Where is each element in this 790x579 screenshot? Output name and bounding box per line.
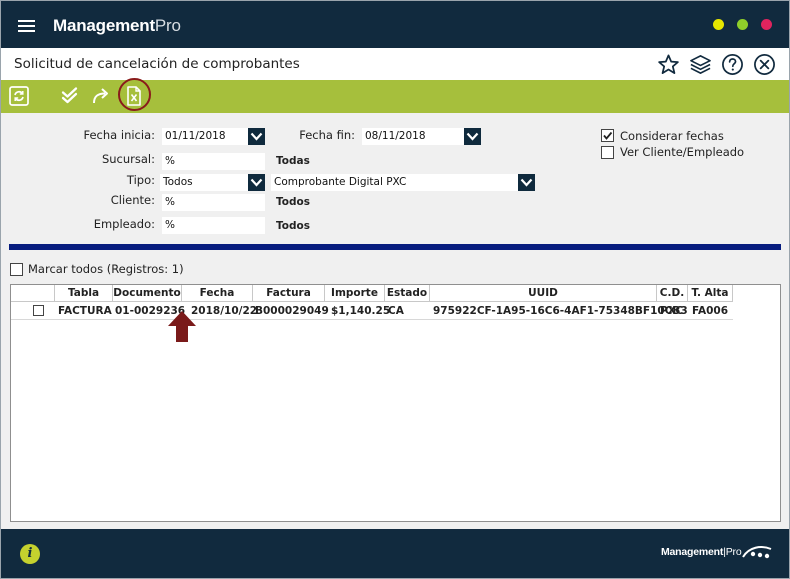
chevron-down-icon bbox=[250, 178, 263, 187]
grid-header-select bbox=[11, 285, 55, 302]
cell-uuid: 975922CF-1A95-16C6-4AF1-75348BF10CB3 bbox=[433, 305, 688, 317]
star-icon[interactable] bbox=[657, 53, 680, 76]
cell-importe: $1,140.25 bbox=[331, 305, 391, 317]
grid-header-estado[interactable]: Estado bbox=[385, 285, 430, 302]
minimize-button[interactable]: – bbox=[713, 19, 724, 30]
maximize-button[interactable]: + bbox=[737, 19, 748, 30]
close-window-button[interactable]: × bbox=[761, 19, 772, 30]
cell-factura: B000029049 bbox=[255, 305, 329, 317]
considerar-fechas-label: Considerar fechas bbox=[620, 129, 724, 143]
grid-header: Tabla Documento Fecha Factura Importe Es… bbox=[11, 285, 780, 302]
logo-mark-icon bbox=[742, 546, 772, 559]
grid-header-uuid[interactable]: UUID bbox=[430, 285, 657, 302]
empleado-description: Todos bbox=[276, 220, 310, 232]
tipo-dropdown[interactable] bbox=[248, 174, 265, 191]
tipo-select[interactable]: Todos bbox=[160, 174, 248, 191]
cliente-input[interactable]: % bbox=[162, 194, 265, 211]
fecha-inicia-label: Fecha inicia: bbox=[83, 128, 156, 142]
grid-header-tabla[interactable]: Tabla bbox=[55, 285, 113, 302]
help-icon[interactable] bbox=[721, 53, 744, 76]
fecha-inicia-dropdown[interactable] bbox=[248, 128, 265, 145]
marcar-todos-checkbox[interactable] bbox=[10, 263, 23, 276]
row-checkbox[interactable] bbox=[33, 305, 44, 316]
chevron-down-icon bbox=[466, 132, 479, 141]
footer-logo: Management|Pro bbox=[661, 546, 742, 558]
chevron-down-icon bbox=[520, 178, 533, 187]
row-separator bbox=[11, 319, 733, 320]
forward-icon[interactable] bbox=[90, 84, 114, 108]
page-title: Solicitud de cancelación de comprobantes bbox=[14, 56, 300, 72]
grid-header-factura[interactable]: Factura bbox=[253, 285, 325, 302]
chevron-down-icon bbox=[250, 132, 263, 141]
highlight-circle bbox=[118, 78, 151, 111]
app-title: ManagementPro bbox=[53, 16, 181, 36]
filter-form: Fecha inicia: 01/11/2018 Fecha fin: 08/1… bbox=[1, 113, 789, 253]
cliente-label: Cliente: bbox=[110, 193, 155, 207]
cliente-description: Todos bbox=[276, 196, 310, 208]
empleado-input[interactable]: % bbox=[162, 217, 265, 234]
fecha-fin-input[interactable]: 08/11/2018 bbox=[362, 128, 464, 145]
fecha-fin-dropdown[interactable] bbox=[464, 128, 481, 145]
title-bar: ManagementPro – + × bbox=[1, 1, 789, 48]
grid-header-fecha[interactable]: Fecha bbox=[182, 285, 253, 302]
cell-cd: PXC bbox=[660, 305, 684, 317]
tipo-description-select[interactable]: Comprobante Digital PXC bbox=[271, 174, 518, 191]
tipo-label: Tipo: bbox=[126, 173, 155, 187]
menu-icon[interactable] bbox=[18, 20, 35, 33]
sucursal-description: Todas bbox=[276, 155, 310, 167]
grid-header-talta[interactable]: T. Alta bbox=[688, 285, 733, 302]
app-title-bold: Management bbox=[53, 16, 155, 35]
fecha-inicia-input[interactable]: 01/11/2018 bbox=[162, 128, 248, 145]
footer-bar: i Management|Pro bbox=[1, 529, 789, 578]
marcar-todos-label: Marcar todos (Registros: 1) bbox=[28, 262, 184, 276]
cell-tabla: FACTURA bbox=[58, 305, 112, 317]
grid-header-documento[interactable]: Documento bbox=[113, 285, 182, 302]
tipo-description-dropdown[interactable] bbox=[518, 174, 535, 191]
cell-talta: FA006 bbox=[692, 305, 729, 317]
section-divider bbox=[9, 244, 781, 250]
annotation-arrow-icon bbox=[168, 311, 196, 342]
checkmark-icon bbox=[603, 131, 613, 140]
refresh-icon[interactable] bbox=[7, 84, 31, 108]
sucursal-input[interactable]: % bbox=[162, 153, 265, 170]
page-header: Solicitud de cancelación de comprobantes bbox=[1, 48, 789, 80]
ver-cliente-label: Ver Cliente/Empleado bbox=[620, 145, 745, 159]
app-title-light: Pro bbox=[154, 16, 181, 35]
results-grid: Tabla Documento Fecha Factura Importe Es… bbox=[10, 284, 781, 522]
considerar-fechas-checkbox[interactable] bbox=[601, 129, 614, 142]
close-circle-icon[interactable] bbox=[753, 53, 776, 76]
action-toolbar bbox=[1, 78, 789, 113]
footer-logo-light: Pro bbox=[725, 546, 742, 558]
info-icon[interactable]: i bbox=[20, 544, 40, 564]
grid-header-importe[interactable]: Importe bbox=[325, 285, 385, 302]
cell-estado: CA bbox=[388, 305, 404, 317]
ver-cliente-checkbox[interactable] bbox=[601, 146, 614, 159]
fecha-fin-label: Fecha fin: bbox=[299, 128, 355, 142]
sucursal-label: Sucursal: bbox=[101, 152, 155, 166]
cell-fecha: 2018/10/22 bbox=[191, 305, 258, 317]
app-window: ManagementPro – + × Solicitud de cancela… bbox=[0, 0, 790, 579]
double-check-icon[interactable] bbox=[58, 84, 82, 108]
footer-logo-bold: Management bbox=[661, 546, 724, 558]
empleado-label: Empleado: bbox=[93, 217, 155, 231]
grid-header-cd[interactable]: C.D. bbox=[657, 285, 688, 302]
layers-icon[interactable] bbox=[689, 53, 712, 76]
